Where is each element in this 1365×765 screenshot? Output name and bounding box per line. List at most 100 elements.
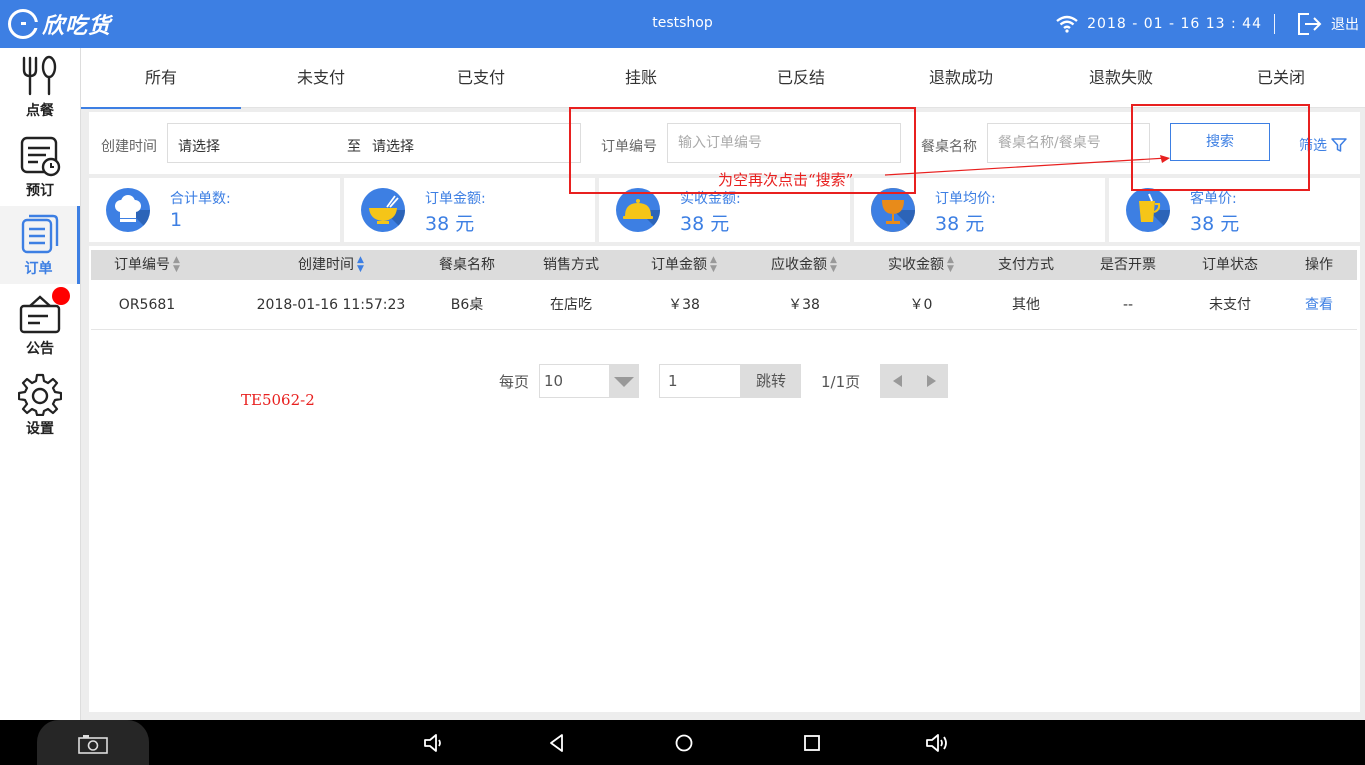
cell-sale-method: 在店吃 bbox=[550, 297, 592, 313]
next-page-icon[interactable] bbox=[926, 375, 936, 387]
stat-title: 订单均价: bbox=[935, 191, 996, 207]
col-label: 实收金额 bbox=[888, 257, 945, 273]
status-area: 2018 - 01 - 16 13 : 44 退出 bbox=[1055, 0, 1365, 48]
cell-receivable-amount: ￥38 bbox=[788, 297, 820, 313]
volume-down-icon[interactable] bbox=[422, 732, 444, 754]
tab-all[interactable]: 所有 bbox=[81, 48, 241, 109]
per-page-value: 10 bbox=[544, 372, 564, 390]
bowl-icon bbox=[361, 188, 405, 232]
volume-up-icon[interactable] bbox=[924, 732, 950, 754]
col-payment-method: 支付方式 bbox=[976, 250, 1076, 280]
stat-card-total-orders: 合计单数: 1 bbox=[89, 178, 340, 242]
view-order-link[interactable]: 查看 bbox=[1279, 280, 1359, 330]
sort-icon: ▲ ▼ bbox=[357, 255, 364, 274]
cell-payment-method: 其他 bbox=[1012, 297, 1040, 313]
tab-unpaid[interactable]: 未支付 bbox=[241, 48, 401, 108]
cell-order-no: OR5681 bbox=[118, 297, 176, 313]
screenshot-area bbox=[37, 720, 149, 765]
reservation-clock-icon bbox=[20, 136, 61, 177]
sidebar: 点餐 预订 订单 公告 设置 bbox=[0, 48, 81, 720]
sort-icon: ▲ ▼ bbox=[947, 255, 954, 274]
tab-on-account[interactable]: 挂账 bbox=[561, 48, 721, 108]
sort-icon: ▲ ▼ bbox=[710, 255, 717, 274]
col-label: 订单状态 bbox=[1202, 257, 1258, 273]
order-list-icon bbox=[21, 214, 58, 254]
col-receivable-amount[interactable]: 应收金额 ▲ ▼ bbox=[744, 250, 864, 280]
sidebar-item-notice[interactable]: 公告 bbox=[0, 286, 80, 364]
stat-title: 合计单数: bbox=[170, 191, 231, 207]
test-case-code: TE5062-2 bbox=[241, 391, 315, 409]
camera-icon[interactable] bbox=[78, 734, 108, 754]
wifi-icon bbox=[1056, 15, 1078, 33]
notification-badge bbox=[52, 287, 70, 305]
per-page-label: 每页 bbox=[499, 372, 530, 391]
col-label: 应收金额 bbox=[771, 257, 828, 273]
page-arrows bbox=[880, 364, 949, 398]
sort-icon: ▲ ▼ bbox=[830, 255, 837, 274]
page-number-input[interactable]: 1 bbox=[659, 364, 742, 398]
col-label: 销售方式 bbox=[543, 257, 599, 273]
tab-refund-success[interactable]: 退款成功 bbox=[881, 48, 1041, 108]
col-table-name: 餐桌名称 bbox=[417, 250, 517, 280]
sidebar-item-label: 公告 bbox=[26, 341, 54, 357]
sidebar-item-settings[interactable]: 设置 bbox=[0, 366, 80, 444]
to-label: 至 bbox=[347, 139, 361, 155]
col-label: 是否开票 bbox=[1100, 257, 1156, 273]
annotation-note: 为空再次点击“搜索” bbox=[718, 171, 854, 189]
exit-button[interactable]: 退出 bbox=[1331, 14, 1359, 34]
cell-order-amount: ￥38 bbox=[668, 297, 700, 313]
col-invoice: 是否开票 bbox=[1078, 250, 1178, 280]
pagination: 每页 10 1 跳转 1/1页 bbox=[499, 364, 949, 398]
annotation-arrow bbox=[884, 155, 1170, 176]
cup-icon bbox=[1126, 188, 1170, 232]
stat-value: 38 元 bbox=[425, 213, 475, 235]
col-label: 订单编号 bbox=[114, 257, 171, 273]
col-order-status: 订单状态 bbox=[1180, 250, 1280, 280]
tab-refund-failed[interactable]: 退款失败 bbox=[1041, 48, 1201, 108]
table-row: OR5681 2018-01-16 11:57:23 B6桌 在店吃 ￥38 ￥… bbox=[91, 280, 1357, 330]
sort-icon: ▲ ▼ bbox=[173, 255, 180, 274]
exit-icon[interactable] bbox=[1297, 12, 1323, 36]
page-info: 1/1页 bbox=[821, 372, 861, 391]
sidebar-item-label: 订单 bbox=[24, 261, 53, 277]
col-received-amount[interactable]: 实收金额 ▲ ▼ bbox=[861, 250, 981, 280]
cell-table-name: B6桌 bbox=[450, 297, 484, 313]
top-bar: 欣吃货 testshop 2018 - 01 - 16 13 : 44 退出 bbox=[0, 0, 1365, 48]
gear-icon bbox=[18, 373, 62, 416]
stat-title: 客单价: bbox=[1190, 191, 1237, 207]
jump-button[interactable]: 跳转 bbox=[741, 364, 802, 398]
orders-table: 订单编号 ▲ ▼ 创建时间 ▲ ▼ 餐桌名称 销售方式 订单金额 ▲ ▼ 应收金额 ▲ ▼ 实收… bbox=[89, 246, 1360, 712]
per-page-select[interactable]: 10 bbox=[539, 364, 640, 398]
tab-paid[interactable]: 已支付 bbox=[401, 48, 561, 108]
tab-reversed[interactable]: 已反结 bbox=[721, 48, 881, 108]
prev-page-icon[interactable] bbox=[892, 375, 902, 387]
stat-value: 38 元 bbox=[935, 213, 985, 235]
sidebar-item-order-food[interactable]: 点餐 bbox=[0, 48, 80, 126]
sidebar-item-reservation[interactable]: 预订 bbox=[0, 128, 80, 206]
recents-icon[interactable] bbox=[801, 732, 823, 754]
home-icon[interactable] bbox=[673, 732, 695, 754]
col-label: 餐桌名称 bbox=[439, 257, 495, 273]
sidebar-item-orders[interactable]: 订单 bbox=[0, 206, 80, 284]
cloche-icon bbox=[616, 188, 660, 232]
tab-closed[interactable]: 已关闭 bbox=[1201, 48, 1361, 108]
chevron-down-icon bbox=[608, 365, 639, 397]
sidebar-item-label: 点餐 bbox=[26, 103, 54, 119]
filter-funnel-icon bbox=[1331, 138, 1347, 152]
back-icon[interactable] bbox=[546, 732, 568, 754]
cell-create-time: 2018-01-16 11:57:23 bbox=[256, 297, 406, 313]
col-label: 操作 bbox=[1305, 257, 1333, 273]
col-sale-method: 销售方式 bbox=[521, 250, 621, 280]
table-header: 订单编号 ▲ ▼ 创建时间 ▲ ▼ 餐桌名称 销售方式 订单金额 ▲ ▼ 应收金额 ▲ ▼ 实收… bbox=[91, 250, 1357, 280]
col-order-no[interactable]: 订单编号 ▲ ▼ bbox=[91, 250, 203, 280]
col-label: 订单金额 bbox=[651, 257, 708, 273]
col-create-time[interactable]: 创建时间 ▲ ▼ bbox=[231, 250, 431, 280]
end-date-picker[interactable]: 请选择 bbox=[372, 136, 414, 156]
android-nav-bar bbox=[0, 720, 1365, 765]
chef-hat-icon bbox=[106, 188, 150, 232]
stat-card-order-amount: 订单金额: 38 元 bbox=[344, 178, 595, 242]
cell-received-amount: ￥0 bbox=[909, 297, 933, 313]
col-order-amount[interactable]: 订单金额 ▲ ▼ bbox=[624, 250, 744, 280]
start-date-picker[interactable]: 请选择 bbox=[178, 136, 220, 156]
stat-value: 38 元 bbox=[1190, 213, 1240, 235]
